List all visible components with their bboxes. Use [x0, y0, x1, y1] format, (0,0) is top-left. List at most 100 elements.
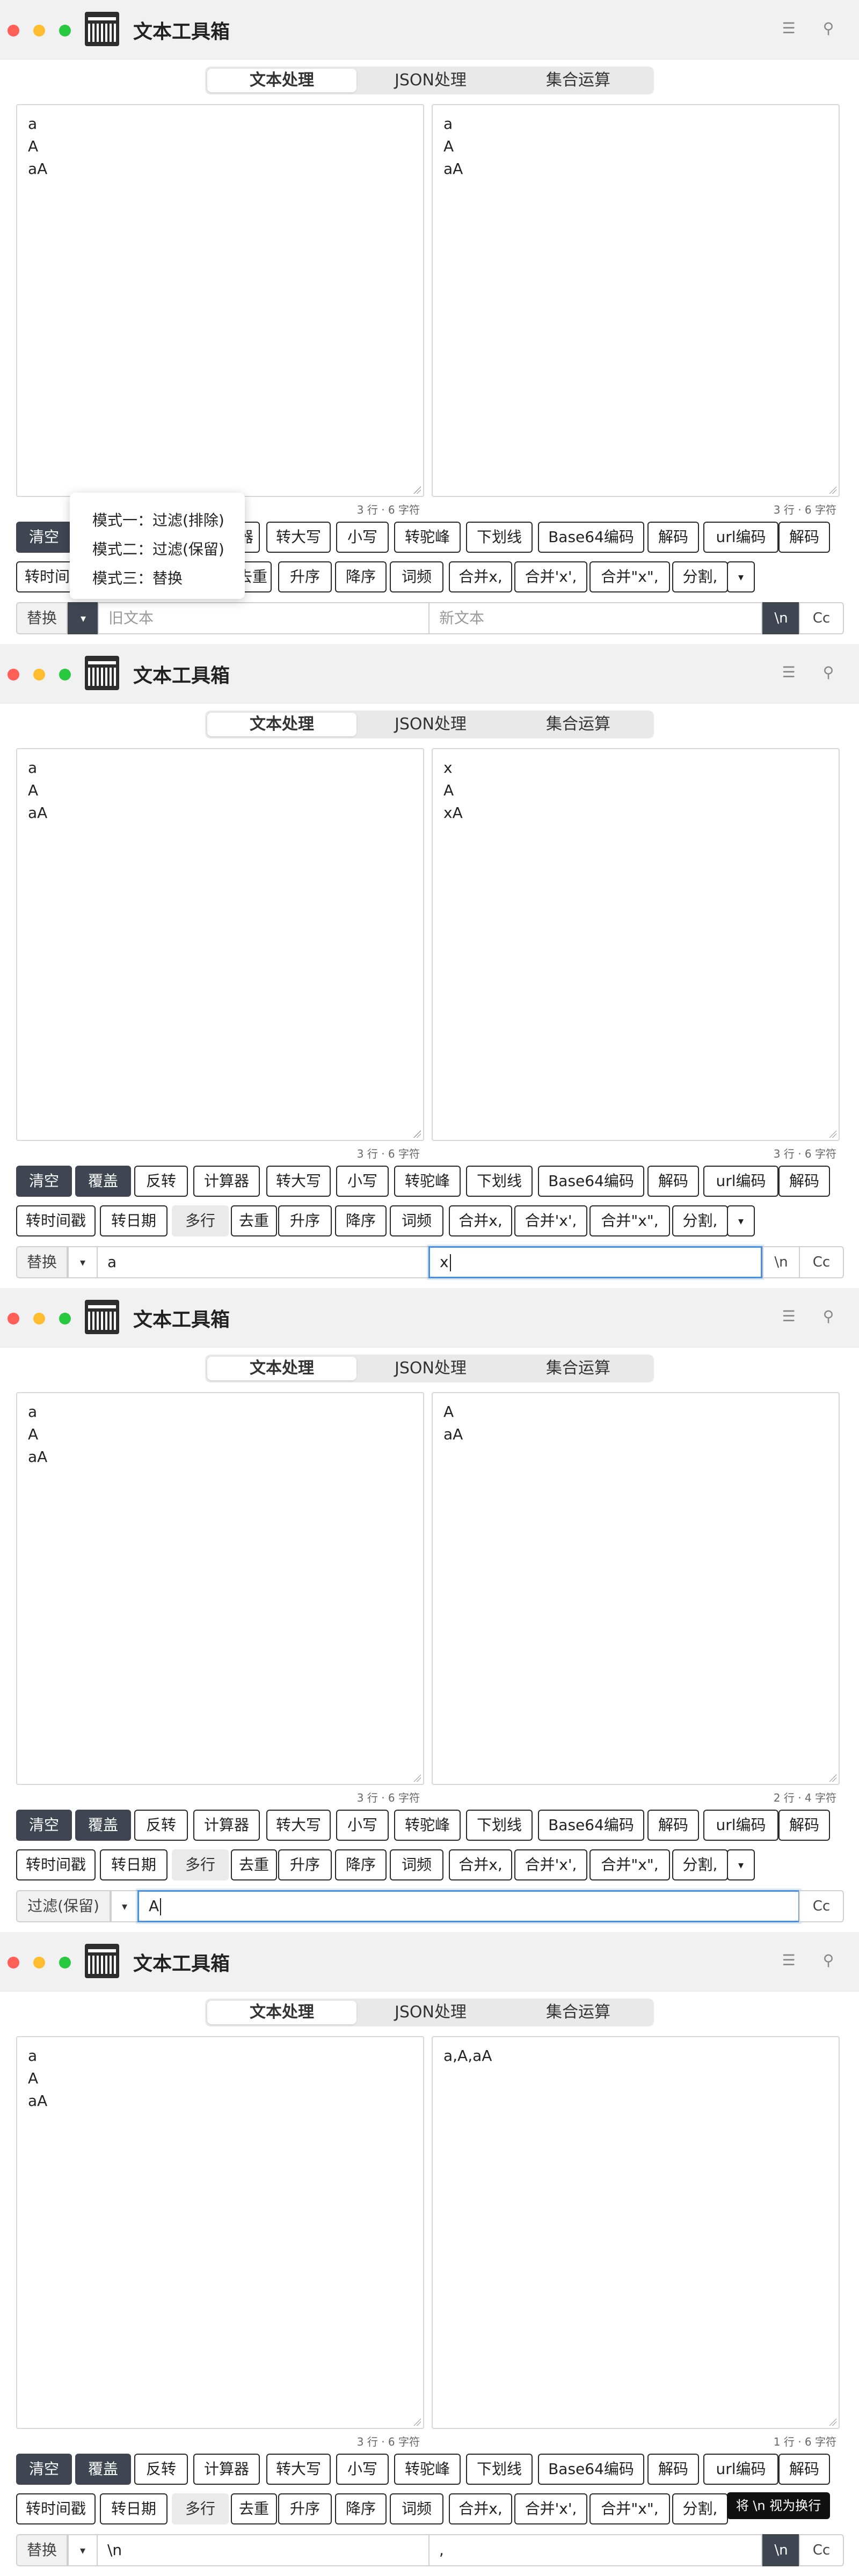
url-encode-button[interactable]: url编码 [703, 2454, 778, 2485]
case-toggle[interactable]: Cc [799, 2534, 844, 2566]
case-toggle[interactable]: Cc [799, 1246, 844, 1278]
url-decode-button[interactable]: 解码 [778, 522, 830, 553]
pin-icon[interactable]: ⚲ [820, 1952, 836, 1968]
join-plain-button[interactable]: 合并x, [449, 1205, 512, 1236]
tab-set[interactable]: 集合运算 [504, 713, 653, 736]
join-single-quote-button[interactable]: 合并'x', [514, 1849, 587, 1880]
timestamp-button[interactable]: 转时间戳 [16, 1205, 96, 1236]
calculator-button[interactable]: 计算器 [193, 2454, 260, 2485]
tab-json[interactable]: JSON处理 [356, 2001, 505, 2024]
join-double-quote-button[interactable]: 合并"x", [589, 2493, 670, 2524]
lowercase-button[interactable]: 小写 [336, 1810, 389, 1841]
timestamp-button[interactable]: 转时间戳 [16, 2493, 96, 2524]
join-single-quote-button[interactable]: 合并'x', [514, 561, 587, 592]
snakecase-button[interactable]: 下划线 [466, 1166, 533, 1197]
reverse-button[interactable]: 反转 [134, 1810, 188, 1841]
to-date-button[interactable]: 转日期 [100, 1849, 168, 1880]
url-decode-button[interactable]: 解码 [778, 1810, 830, 1841]
url-encode-button[interactable]: url编码 [703, 1810, 778, 1841]
tab-text[interactable]: 文本处理 [207, 2001, 356, 2024]
snakecase-button[interactable]: 下划线 [466, 2454, 533, 2485]
dedupe-button[interactable]: 去重 [231, 1849, 277, 1880]
input-textarea[interactable]: a A aA [16, 1392, 424, 1785]
output-textarea[interactable]: x A xA [432, 748, 840, 1141]
mode-dropdown-toggle[interactable]: ▾ [68, 1246, 98, 1278]
join-single-quote-button[interactable]: 合并'x', [514, 2493, 587, 2524]
sort-asc-button[interactable]: 升序 [278, 1849, 332, 1880]
resize-handle[interactable] [829, 1130, 836, 1138]
sort-asc-button[interactable]: 升序 [278, 2493, 332, 2524]
hamburger-icon[interactable]: ☰ [781, 1308, 797, 1324]
camelcase-button[interactable]: 转驼峰 [394, 1810, 461, 1841]
pin-icon[interactable]: ⚲ [820, 664, 836, 680]
to-date-button[interactable]: 转日期 [100, 1205, 168, 1236]
split-options-button[interactable]: ▾ [727, 561, 755, 592]
split-button[interactable]: 分割, [672, 1205, 728, 1236]
multiline-toggle[interactable]: 多行 [172, 1205, 229, 1236]
split-button[interactable]: 分割, [672, 1849, 728, 1880]
dropdown-item-filter-exclude[interactable]: 模式一：过滤(排除) [92, 509, 224, 530]
dedupe-button[interactable]: 去重 [231, 1205, 277, 1236]
sort-desc-button[interactable]: 降序 [335, 2493, 387, 2524]
sort-asc-button[interactable]: 升序 [278, 1205, 332, 1236]
minimize-window-button[interactable] [33, 25, 45, 36]
resize-handle[interactable] [829, 486, 836, 494]
close-window-button[interactable] [8, 669, 19, 680]
base64-decode-button[interactable]: 解码 [647, 522, 699, 553]
reverse-button[interactable]: 反转 [134, 1166, 188, 1197]
word-freq-button[interactable]: 词频 [390, 1205, 443, 1236]
close-window-button[interactable] [8, 1957, 19, 1968]
maximize-window-button[interactable] [59, 25, 71, 36]
newline-toggle[interactable]: \n [762, 2534, 800, 2566]
minimize-window-button[interactable] [33, 1313, 45, 1324]
uppercase-button[interactable]: 转大写 [266, 2454, 331, 2485]
maximize-window-button[interactable] [59, 669, 71, 680]
clear-button[interactable]: 清空 [16, 1810, 72, 1841]
uppercase-button[interactable]: 转大写 [266, 1166, 331, 1197]
camelcase-button[interactable]: 转驼峰 [394, 522, 461, 553]
multiline-toggle[interactable]: 多行 [172, 2493, 229, 2524]
base64-decode-button[interactable]: 解码 [647, 2454, 699, 2485]
output-textarea[interactable]: a,A,aA [432, 2036, 840, 2429]
minimize-window-button[interactable] [33, 669, 45, 680]
split-button[interactable]: 分割, [672, 2493, 728, 2524]
join-single-quote-button[interactable]: 合并'x', [514, 1205, 587, 1236]
find-input[interactable]: 旧文本 [98, 602, 430, 634]
sort-desc-button[interactable]: 降序 [335, 1205, 387, 1236]
timestamp-button[interactable]: 转时间戳 [16, 1849, 96, 1880]
mode-dropdown-toggle[interactable]: ▾ [68, 602, 99, 634]
base64-encode-button[interactable]: Base64编码 [538, 1166, 644, 1197]
dedupe-button[interactable]: 去重 [231, 2493, 277, 2524]
uppercase-button[interactable]: 转大写 [266, 1810, 331, 1841]
newline-toggle[interactable]: \n [762, 1246, 800, 1278]
url-encode-button[interactable]: url编码 [703, 1166, 778, 1197]
join-double-quote-button[interactable]: 合并"x", [589, 1205, 670, 1236]
url-encode-button[interactable]: url编码 [703, 522, 778, 553]
join-double-quote-button[interactable]: 合并"x", [589, 1849, 670, 1880]
tab-set[interactable]: 集合运算 [504, 1357, 653, 1380]
tab-text[interactable]: 文本处理 [207, 69, 356, 92]
lowercase-button[interactable]: 小写 [336, 522, 389, 553]
lowercase-button[interactable]: 小写 [336, 2454, 389, 2485]
camelcase-button[interactable]: 转驼峰 [394, 1166, 461, 1197]
join-double-quote-button[interactable]: 合并"x", [589, 561, 670, 592]
overwrite-button[interactable]: 覆盖 [75, 2454, 131, 2485]
tab-json[interactable]: JSON处理 [356, 1357, 505, 1380]
base64-encode-button[interactable]: Base64编码 [538, 522, 644, 553]
replace-input[interactable]: 新文本 [428, 602, 762, 634]
output-textarea[interactable]: a A aA [432, 104, 840, 497]
url-decode-button[interactable]: 解码 [778, 2454, 830, 2485]
close-window-button[interactable] [8, 1313, 19, 1324]
pin-icon[interactable]: ⚲ [820, 1308, 836, 1324]
mode-select[interactable]: 替换 [16, 1246, 68, 1278]
filter-input[interactable]: A [137, 1890, 800, 1922]
word-freq-button[interactable]: 词频 [390, 561, 443, 592]
resize-handle[interactable] [413, 1130, 421, 1138]
join-plain-button[interactable]: 合并x, [449, 1849, 512, 1880]
overwrite-button[interactable]: 覆盖 [75, 1810, 131, 1841]
input-textarea[interactable]: a A aA [16, 748, 424, 1141]
hamburger-icon[interactable]: ☰ [781, 20, 797, 36]
mode-select[interactable]: 替换 [16, 2534, 68, 2566]
split-button[interactable]: 分割, [672, 561, 728, 592]
base64-encode-button[interactable]: Base64编码 [538, 1810, 644, 1841]
